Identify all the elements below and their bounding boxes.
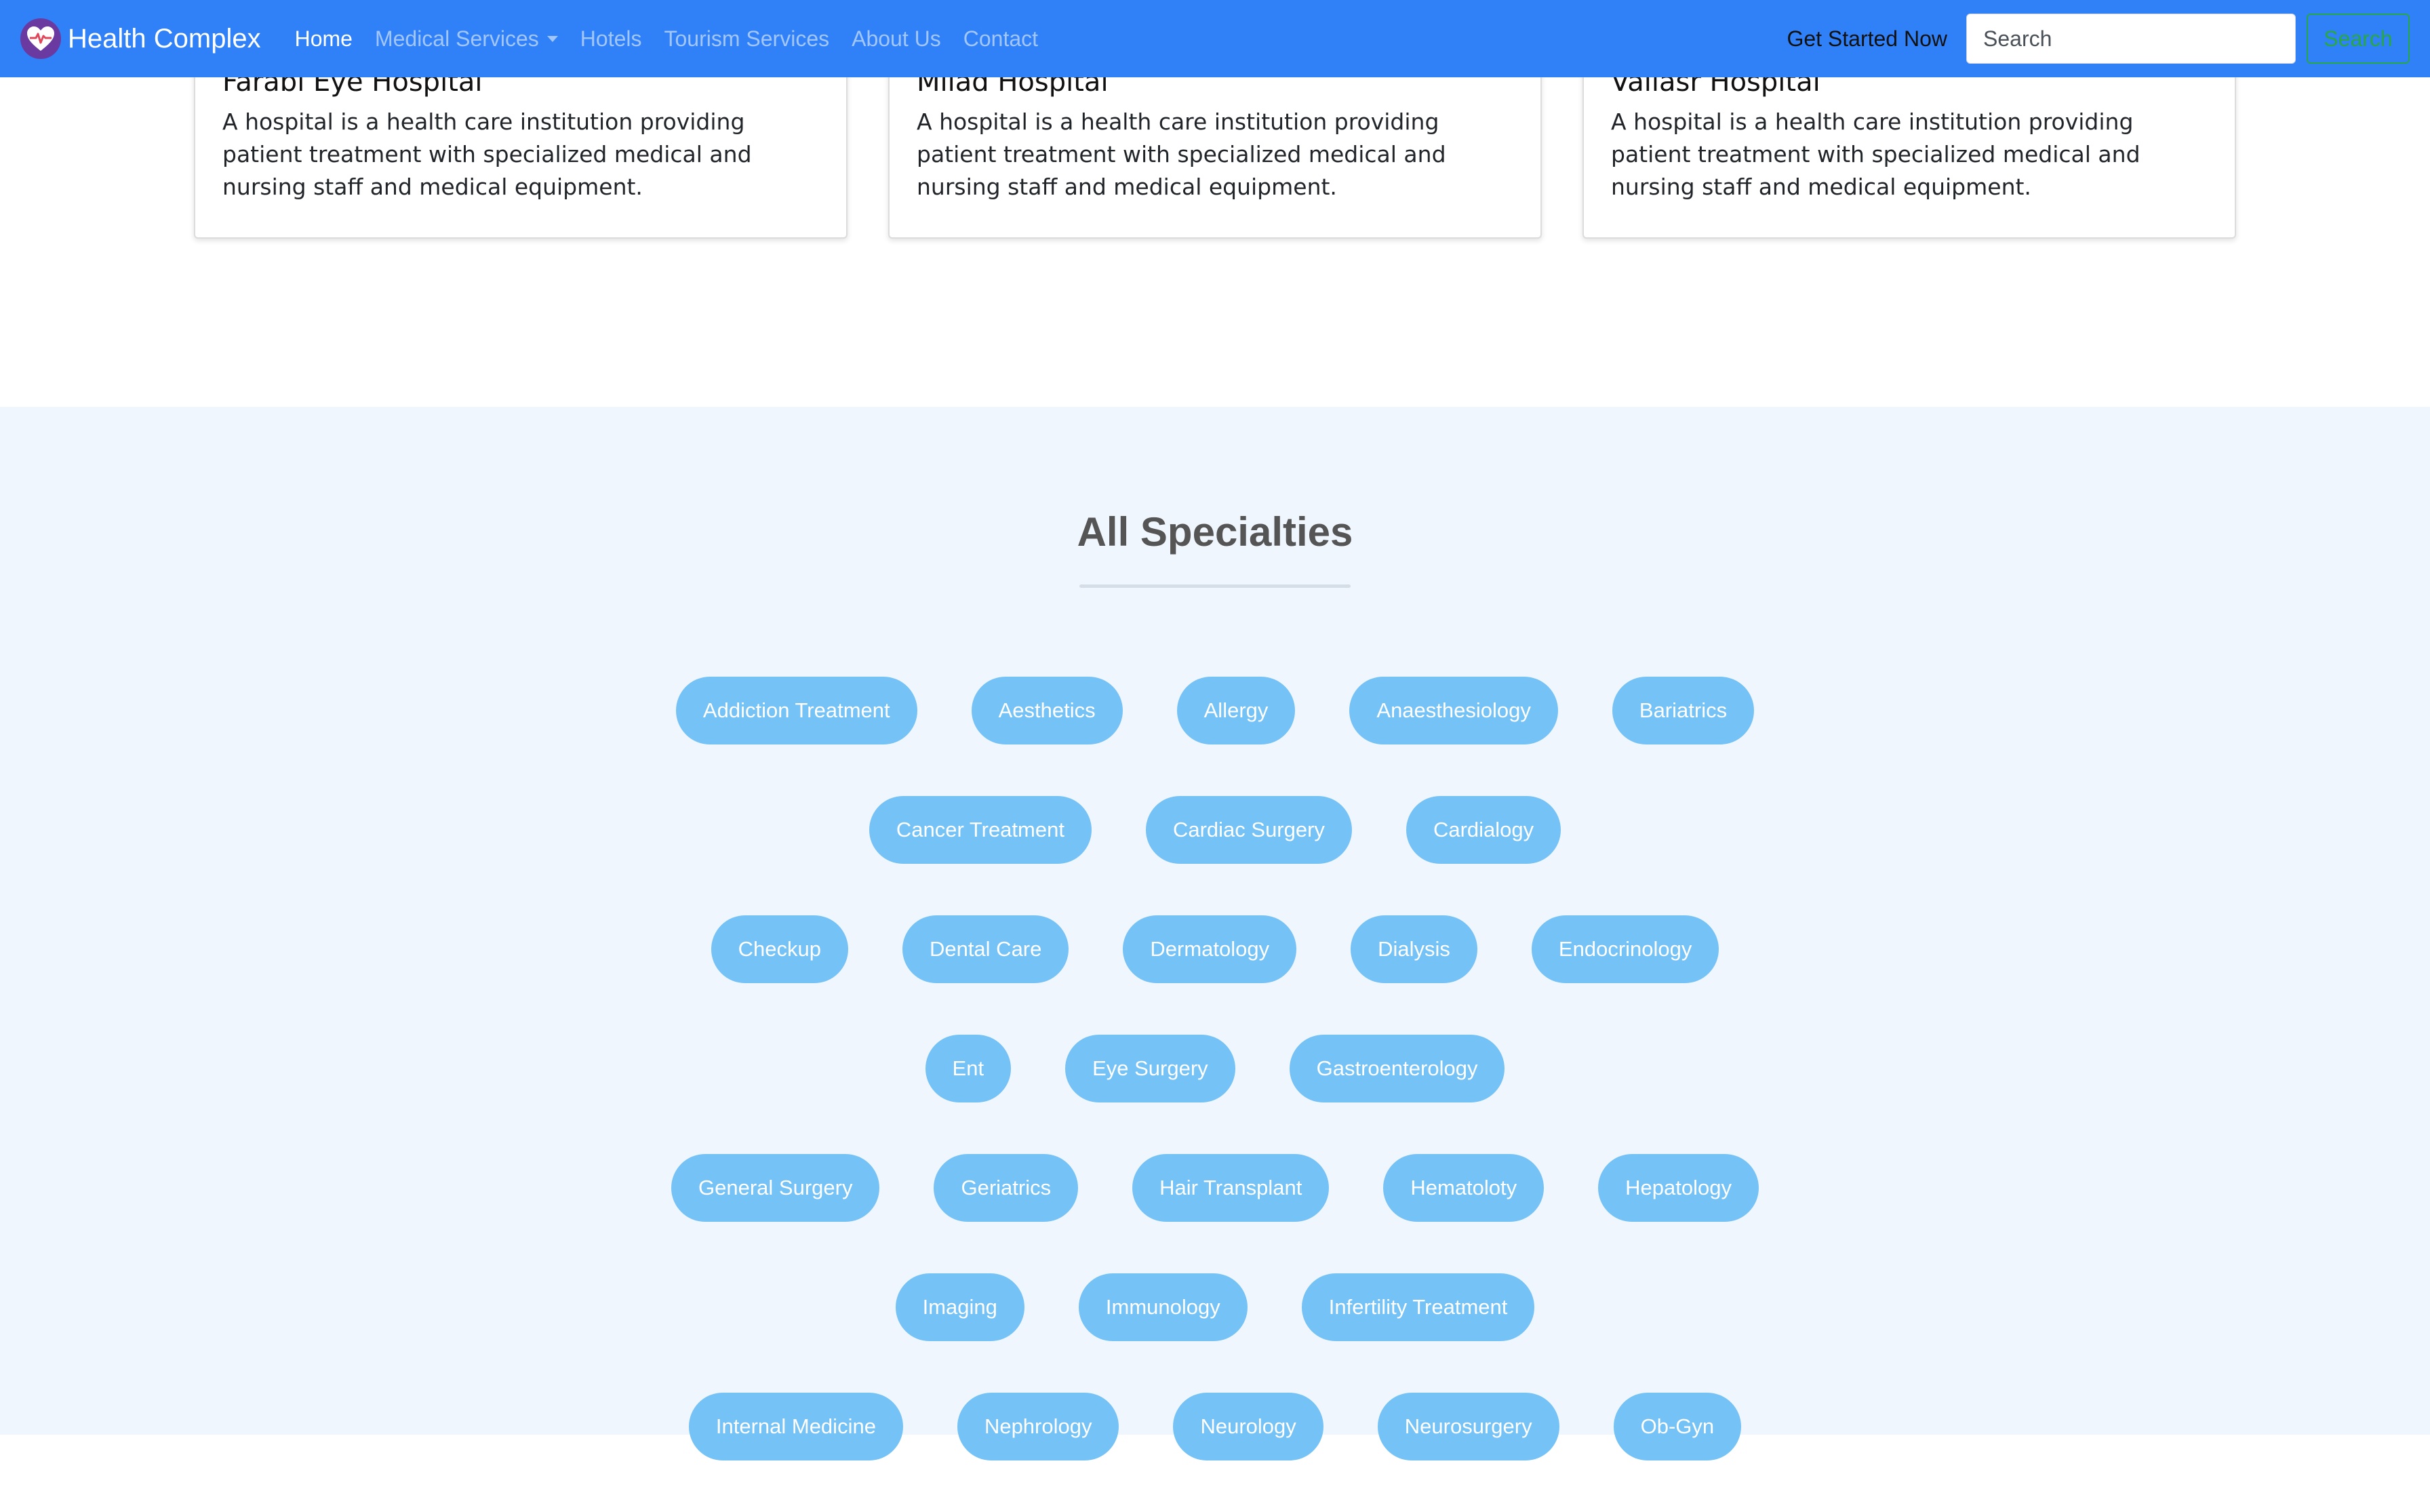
specialty-pill[interactable]: Neurology <box>1173 1393 1323 1460</box>
specialty-row: Internal Medicine Nephrology Neurology Neur… <box>0 1393 2430 1460</box>
section-title: All Specialties <box>1077 509 1353 555</box>
nav-link-home[interactable]: Home <box>295 26 353 52</box>
specialty-row: Imaging Immunology Infertility Treatment <box>0 1273 2430 1341</box>
specialty-pill[interactable]: Hematoloty <box>1383 1154 1545 1222</box>
specialty-pill[interactable]: Cardiac Surgery <box>1145 796 1352 864</box>
specialty-pill[interactable]: Hepatology <box>1598 1154 1759 1222</box>
brand[interactable]: Health Complex <box>20 18 261 59</box>
specialty-row: Cancer Treatment Cardiac Surgery Cardialog… <box>0 796 2430 864</box>
specialties-section: All Specialties Addiction Treatment Aesth… <box>0 407 2430 1460</box>
specialty-pill[interactable]: Nephrology <box>957 1393 1119 1460</box>
specialty-pill[interactable]: Ent <box>925 1035 1012 1102</box>
search-button[interactable]: Search <box>2307 14 2410 64</box>
specialty-pill[interactable]: General Surgery <box>671 1154 880 1222</box>
specialty-pill[interactable]: Internal Medicine <box>688 1393 903 1460</box>
specialty-row: Checkup Dental Care Dermatology Dialysis End… <box>0 915 2430 983</box>
title-underline <box>1079 584 1351 588</box>
specialty-pill[interactable]: Ob-Gyn <box>1613 1393 1742 1460</box>
nav-link-contact[interactable]: Contact <box>963 26 1038 52</box>
nav-link-about-us[interactable]: About Us <box>852 26 941 52</box>
specialty-pill[interactable]: Checkup <box>711 915 848 983</box>
top-navbar: Health Complex Home Medical Services Hot… <box>0 0 2430 77</box>
nav-link-tourism-services[interactable]: Tourism Services <box>664 26 830 52</box>
specialty-pill[interactable]: Allergy <box>1176 677 1296 744</box>
specialty-pill[interactable]: Addiction Treatment <box>675 677 917 744</box>
specialty-pill[interactable]: Hair Transplant <box>1132 1154 1330 1222</box>
specialty-row: Ent Eye Surgery Gastroenterology <box>0 1035 2430 1102</box>
specialty-pill[interactable]: Cardialogy <box>1406 796 1561 864</box>
specialty-pill[interactable]: Geriatrics <box>934 1154 1079 1222</box>
specialty-pill[interactable]: Dermatology <box>1123 915 1297 983</box>
specialty-row: General Surgery Geriatrics Hair Transplant… <box>0 1154 2430 1222</box>
specialty-pill[interactable]: Anaesthesiology <box>1349 677 1558 744</box>
nav-link-medical-services[interactable]: Medical Services <box>375 26 558 52</box>
chevron-down-icon <box>546 35 558 42</box>
specialty-pill[interactable]: Imaging <box>895 1273 1024 1341</box>
nav-link-label: Medical Services <box>374 26 539 51</box>
specialty-pill[interactable]: Immunology <box>1078 1273 1248 1341</box>
specialty-pill[interactable]: Endocrinology <box>1531 915 1719 983</box>
specialty-pill[interactable]: Dental Care <box>902 915 1069 983</box>
specialty-pill[interactable]: Bariatrics <box>1612 677 1755 744</box>
nav-right: Get Started Now Search <box>1787 14 2410 64</box>
hospital-card-text: A hospital is a health care institution … <box>917 108 1446 200</box>
search-input[interactable] <box>1966 14 2296 64</box>
nav-links: Home Medical Services Hotels Tourism Ser… <box>295 26 1060 52</box>
specialty-pill[interactable]: Gastroenterology <box>1289 1035 1505 1102</box>
specialty-pill[interactable]: Infertility Treatment <box>1301 1273 1535 1341</box>
specialty-pill[interactable]: Aesthetics <box>971 677 1123 744</box>
nav-link-hotels[interactable]: Hotels <box>580 26 642 52</box>
specialty-row: Addiction Treatment Aesthetics Allergy Anae… <box>0 677 2430 744</box>
specialty-pill[interactable]: Neurosurgery <box>1377 1393 1559 1460</box>
brand-name: Health Complex <box>68 23 261 54</box>
specialty-pill[interactable]: Cancer Treatment <box>869 796 1092 864</box>
hospital-card-text: A hospital is a health care institution … <box>222 108 752 200</box>
heart-pulse-icon <box>20 18 61 59</box>
specialty-list: Addiction Treatment Aesthetics Allergy Anae… <box>0 677 2430 1512</box>
specialty-pill[interactable]: Eye Surgery <box>1065 1035 1235 1102</box>
specialty-pill[interactable]: Dialysis <box>1351 915 1477 983</box>
get-started-link[interactable]: Get Started Now <box>1787 26 1947 52</box>
hospital-card-text: A hospital is a health care institution … <box>1611 108 2140 200</box>
